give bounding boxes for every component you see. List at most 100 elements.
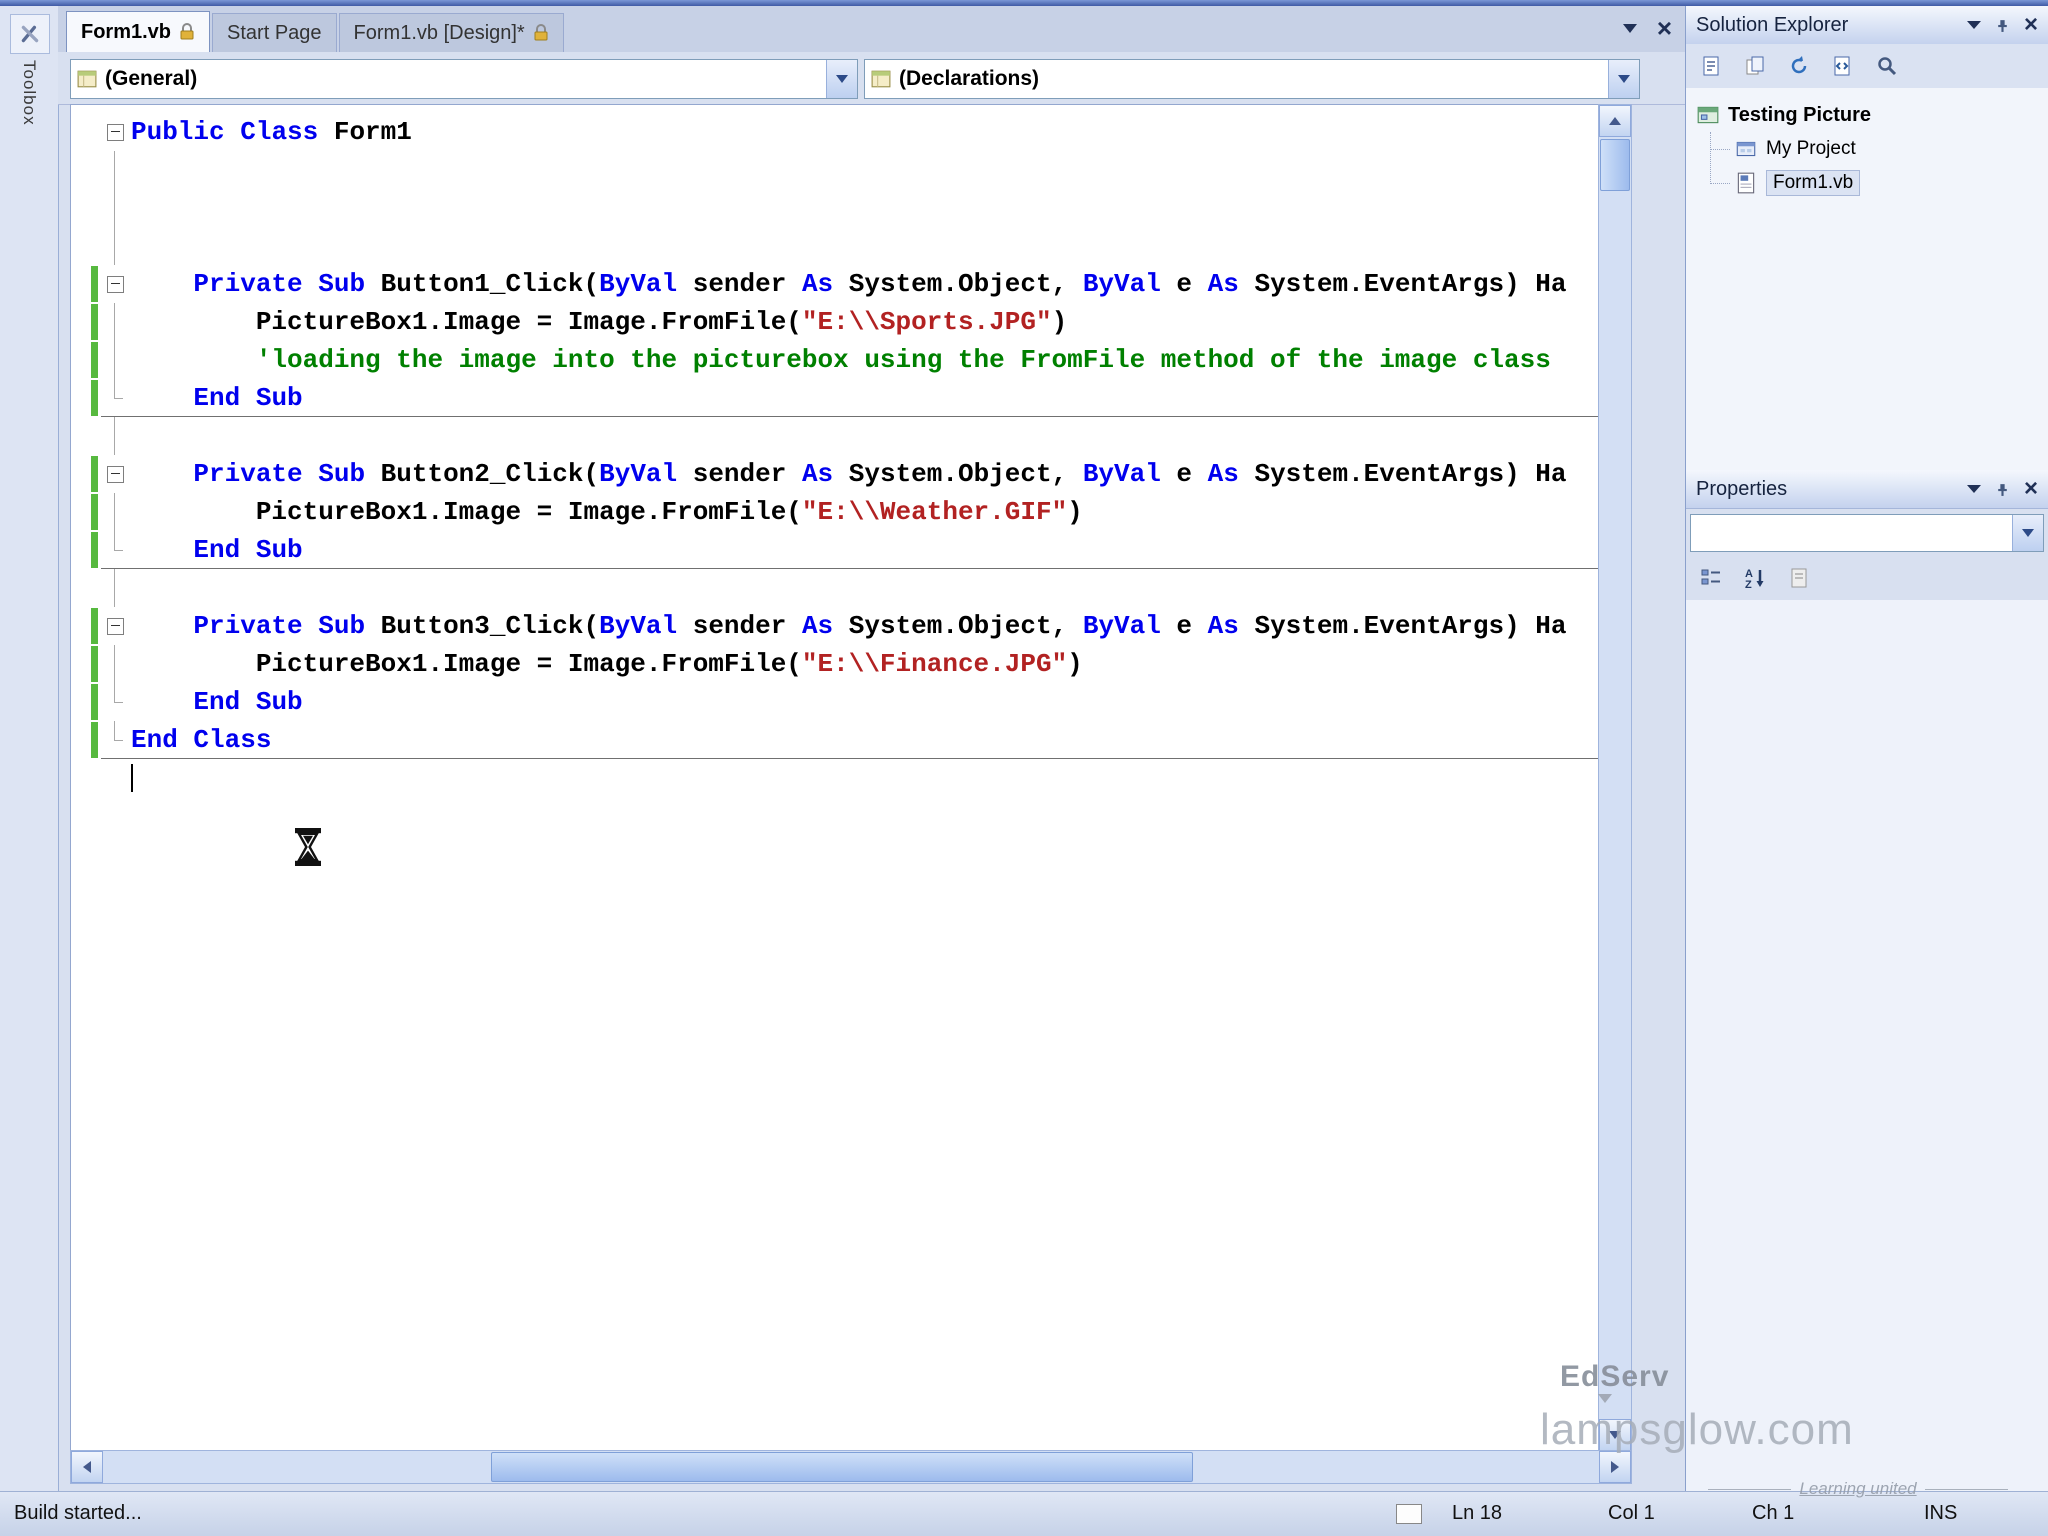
dropdown-arrow-icon[interactable]	[2012, 515, 2043, 551]
tab-start-page[interactable]: Start Page	[212, 13, 337, 52]
code-line[interactable]: PictureBox1.Image = Image.FromFile("E:\\…	[71, 645, 1599, 683]
types-dropdown[interactable]: (General)	[70, 59, 858, 99]
change-tracking-bar	[91, 304, 98, 340]
code-token: End	[193, 383, 241, 413]
fold-collapse-box[interactable]	[99, 113, 129, 151]
refresh-icon[interactable]	[1782, 49, 1816, 83]
members-dropdown[interactable]: (Declarations)	[864, 59, 1640, 99]
code-token: Sub	[255, 535, 303, 565]
code-line[interactable]	[71, 189, 1599, 227]
code-text: Private Sub Button3_Click(ByVal sender A…	[131, 607, 1566, 645]
tree-item-label: Testing Picture	[1728, 103, 1871, 126]
arrow-right-icon	[1611, 1461, 1619, 1473]
code-line[interactable]	[71, 569, 1599, 607]
code-token: Sub	[255, 383, 303, 413]
horizontal-scroll-thumb[interactable]	[491, 1452, 1193, 1482]
code-line[interactable]: Public Class Form1	[71, 113, 1599, 151]
scroll-right-button[interactable]	[1599, 1451, 1631, 1483]
alphabetical-sort-icon[interactable]: AZ	[1738, 561, 1772, 595]
svg-text:Z: Z	[1745, 579, 1752, 590]
change-tracking-bar	[91, 456, 98, 492]
fold-collapse-box[interactable]	[99, 607, 129, 645]
solution-explorer-tree: Testing Picture My Project Form1.vb	[1686, 88, 2048, 470]
code-line[interactable]	[71, 227, 1599, 265]
dropdown-arrow-icon[interactable]	[1608, 60, 1639, 98]
tree-item-form1-vb[interactable]: Form1.vb	[1710, 166, 2048, 200]
view-designer-icon[interactable]	[1870, 49, 1904, 83]
vertical-scrollbar[interactable]	[1598, 104, 1632, 1452]
collapse-minus-icon[interactable]	[107, 618, 124, 635]
text-caret	[131, 764, 133, 792]
window-menu-icon[interactable]	[1966, 485, 1981, 493]
tab-form1-vb[interactable]: Form1.vb	[66, 11, 211, 52]
code-line[interactable]: End Sub	[71, 683, 1599, 721]
fold-collapse-box[interactable]	[99, 455, 129, 493]
code-line[interactable]	[71, 417, 1599, 455]
tab-form1-vb-design[interactable]: Form1.vb [Design]*	[338, 13, 564, 52]
code-token: e	[1160, 269, 1208, 299]
properties-icon[interactable]	[1694, 49, 1728, 83]
code-token: )	[1051, 307, 1068, 337]
properties-title: Properties	[1696, 477, 1788, 500]
auto-hide-pin-icon[interactable]	[1995, 18, 2010, 33]
dropdown-arrow-icon[interactable]	[826, 60, 857, 98]
code-line[interactable]: End Sub	[71, 531, 1599, 569]
close-panel-icon[interactable]: ×	[2024, 13, 2038, 37]
scroll-down-button[interactable]	[1599, 1419, 1631, 1451]
code-token: PictureBox1.Image = Image.FromFile(	[131, 497, 802, 527]
code-line[interactable]: Private Sub Button1_Click(ByVal sender A…	[71, 265, 1599, 303]
code-text: PictureBox1.Image = Image.FromFile("E:\\…	[131, 493, 1083, 531]
class-icon	[77, 70, 97, 88]
code-editor[interactable]: Public Class Form1 Private Sub Button1_C…	[70, 104, 1600, 1452]
status-insert-mode: INS	[1924, 1502, 1958, 1524]
code-line[interactable]: PictureBox1.Image = Image.FromFile("E:\\…	[71, 303, 1599, 341]
fold-gutter	[99, 379, 129, 417]
tree-item-label: Form1.vb	[1766, 170, 1861, 196]
lock-icon	[180, 23, 194, 40]
code-token: )	[1067, 497, 1083, 527]
code-line[interactable]: 'loading the image into the picturebox u…	[71, 341, 1599, 379]
categorized-icon[interactable]	[1694, 561, 1728, 595]
close-document-icon[interactable]: ×	[1657, 15, 1672, 41]
change-tracking-bar	[91, 722, 98, 758]
code-line[interactable]: End Sub	[71, 379, 1599, 417]
fold-collapse-box[interactable]	[99, 265, 129, 303]
tree-item-project-root[interactable]: Testing Picture	[1696, 98, 2048, 132]
horizontal-scrollbar[interactable]	[70, 1450, 1632, 1484]
code-text: PictureBox1.Image = Image.FromFile("E:\\…	[131, 303, 1067, 341]
code-text: End Sub	[131, 379, 303, 417]
tab-label: Form1.vb	[81, 20, 172, 43]
fold-gutter	[99, 759, 129, 797]
change-tracking-bar	[91, 494, 98, 530]
code-line[interactable]: PictureBox1.Image = Image.FromFile("E:\\…	[71, 493, 1599, 531]
properties-content	[1686, 600, 2048, 1492]
close-panel-icon[interactable]: ×	[2024, 477, 2038, 501]
code-line[interactable]	[71, 151, 1599, 189]
properties-object-dropdown[interactable]	[1690, 514, 2044, 552]
tree-item-my-project[interactable]: My Project	[1710, 132, 2048, 166]
scroll-left-button[interactable]	[71, 1451, 103, 1483]
vertical-scroll-thumb[interactable]	[1600, 139, 1630, 191]
code-line[interactable]: Private Sub Button3_Click(ByVal sender A…	[71, 607, 1599, 645]
status-indicator-icon	[1396, 1504, 1422, 1524]
show-all-files-icon[interactable]	[1738, 49, 1772, 83]
collapse-minus-icon[interactable]	[107, 124, 124, 141]
collapse-minus-icon[interactable]	[107, 276, 124, 293]
code-line[interactable]: End Class	[71, 721, 1599, 759]
code-line[interactable]	[71, 759, 1599, 797]
hourglass-cursor	[293, 827, 323, 872]
scroll-up-button[interactable]	[1599, 105, 1631, 137]
auto-hide-pin-icon[interactable]	[1995, 482, 2010, 497]
code-line[interactable]: Private Sub Button2_Click(ByVal sender A…	[71, 455, 1599, 493]
window-menu-icon[interactable]	[1966, 21, 1981, 29]
change-tracking-bar	[91, 266, 98, 302]
view-code-icon[interactable]	[1826, 49, 1860, 83]
my-project-icon	[1736, 141, 1756, 157]
property-pages-icon[interactable]	[1782, 561, 1816, 595]
toolbox-autohide-tab[interactable]: Toolbox	[0, 6, 59, 1492]
active-files-menu-icon[interactable]	[1622, 23, 1637, 33]
code-token: "E:\\Finance.JPG"	[801, 649, 1068, 679]
collapse-minus-icon[interactable]	[107, 466, 124, 483]
